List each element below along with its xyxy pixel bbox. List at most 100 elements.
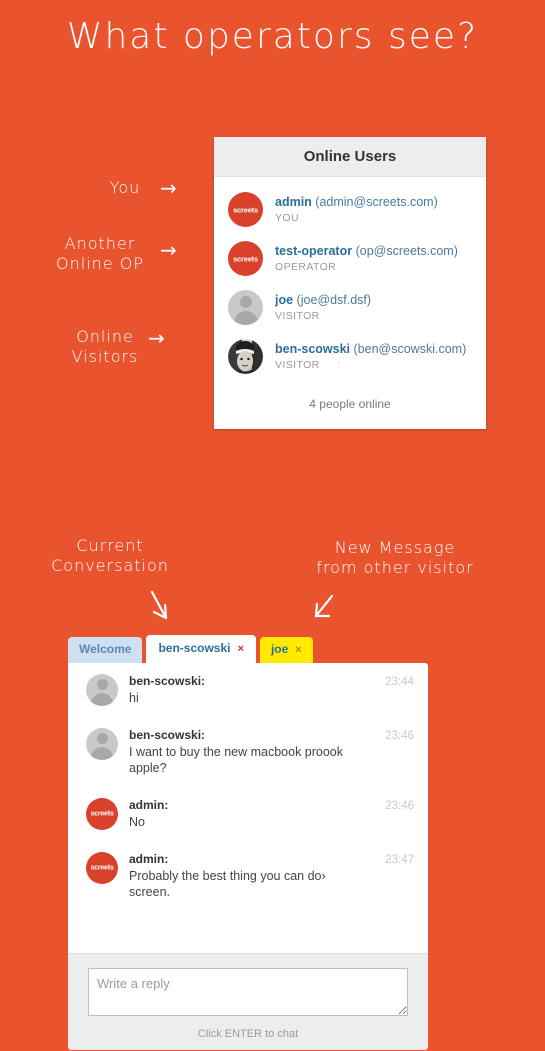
list-item[interactable]: joe (joe@dsf.dsf) VISITOR (214, 283, 486, 332)
list-item[interactable]: screets test-operator (op@screets.com) O… (214, 234, 486, 283)
person-icon-body (233, 311, 258, 325)
message-timestamp: 23:46 (385, 729, 414, 742)
message-header: admin: 23:46 (129, 798, 414, 812)
arrow-right-icon-operator: → (160, 238, 177, 262)
message-timestamp: 23:44 (385, 676, 414, 688)
user-role-label: OPERATOR (275, 260, 337, 273)
reply-input[interactable] (88, 968, 408, 1016)
message-body: ben-scowski: 23:46 I want to buy the new… (129, 728, 414, 777)
avatar-label: screets (233, 254, 258, 263)
annotation-another-online-op: Another Online OP (56, 234, 144, 273)
user-email: (admin@screets.com) (315, 194, 438, 209)
tab-label: Welcome (79, 642, 132, 657)
reply-hint: Click ENTER to chat (197, 1028, 299, 1040)
person-icon-head (239, 296, 252, 308)
chat-message: ben-scowski: 23:46 I want to buy the new… (68, 717, 428, 787)
user-role-label: YOU (275, 211, 299, 224)
message-timestamp: 23:47 (385, 853, 414, 866)
user-email: (joe@dsf.dsf) (296, 292, 372, 307)
tab-label: joe (270, 642, 289, 657)
message-text: hi (129, 691, 139, 705)
online-users-list: screets admin (admin@screets.com) YOU sc… (214, 177, 486, 381)
user-role-label: VISITOR (275, 309, 320, 322)
tab-welcome[interactable]: Welcome (68, 637, 143, 663)
online-users-panel: Online Users screets admin (admin@screet… (214, 137, 486, 429)
close-icon[interactable]: × (238, 643, 244, 656)
user-role: VISITOR : (275, 358, 466, 372)
person-icon-body (91, 746, 113, 760)
chat-message: screets admin: 23:47 Probably the best t… (68, 841, 428, 911)
list-item[interactable]: ben-scowski (ben@scowski.com) VISITOR : (214, 332, 486, 381)
arrow-right-icon-you: → (160, 176, 177, 200)
user-role-label: VISITOR (275, 358, 320, 371)
avatar-label: screets (90, 810, 114, 818)
list-item[interactable]: screets admin (admin@screets.com) YOU (214, 185, 486, 234)
arrow-down-icon-conversation (150, 590, 168, 620)
user-info: test-operator (op@screets.com) OPERATOR (275, 243, 458, 274)
message-body: admin: 23:46 No (129, 798, 414, 831)
chat-message: screets admin: 23:46 No (68, 787, 428, 841)
tab-ben-scowski[interactable]: ben-scowski × (146, 635, 256, 663)
user-info: joe (joe@dsf.dsf) VISITOR (275, 292, 371, 323)
chat-reply-area: Click ENTER to chat (68, 953, 428, 1050)
user-role: OPERATOR (275, 260, 458, 274)
user-role-extra: : (336, 358, 341, 371)
user-email: (ben@scowski.com) (353, 341, 467, 356)
arrow-down-left-icon-new-message (314, 594, 334, 618)
user-name-line: admin (admin@screets.com) (275, 194, 438, 211)
user-name[interactable]: joe (275, 293, 293, 307)
avatar (86, 674, 118, 706)
annotation-current-conversation: Current Conversation (51, 536, 169, 575)
user-name-line: ben-scowski (ben@scowski.com) (275, 341, 466, 358)
avatar: screets (86, 797, 118, 830)
person-icon-body (91, 693, 113, 706)
annotation-new-message: New Message from other visitor (316, 538, 474, 577)
message-text: I want to buy the new macbook proook app… (129, 744, 344, 776)
message-author: ben-scowski: (129, 674, 206, 688)
avatar (228, 339, 263, 374)
annotation-you: You (109, 178, 141, 197)
user-name[interactable]: ben-scowski (275, 342, 350, 356)
user-role: VISITOR (275, 309, 371, 323)
chat-window: Welcome ben-scowski × joe × ben-scowski:… (68, 635, 428, 1050)
person-icon-head (96, 679, 108, 690)
message-body: admin: 23:47 Probably the best thing you… (129, 852, 414, 901)
message-header: ben-scowski: 23:46 (129, 728, 414, 742)
user-email: (op@screets.com) (355, 243, 458, 258)
message-author: ben-scowski: (129, 727, 206, 742)
message-header: admin: 23:47 (129, 852, 414, 866)
avatar (228, 290, 263, 325)
chat-tab-bar: Welcome ben-scowski × joe × (68, 635, 428, 663)
user-name[interactable]: test-operator (275, 244, 352, 258)
page-title: What operators see? (66, 16, 479, 57)
close-icon[interactable]: × (295, 644, 301, 657)
message-body: ben-scowski: 23:44 hi (129, 674, 414, 707)
avatar: screets (86, 851, 118, 884)
avatar-label: screets (233, 205, 258, 214)
user-name-line: test-operator (op@screets.com) (275, 243, 458, 260)
avatar (86, 727, 118, 760)
message-text: Probably the best thing you can do› scre… (129, 868, 326, 900)
online-users-title: Online Users (214, 137, 486, 177)
arrow-right-icon-visitors: → (148, 326, 165, 350)
tab-joe[interactable]: joe × (259, 637, 313, 663)
avatar-label: screets (90, 864, 114, 871)
user-role: YOU (275, 211, 438, 225)
message-author: admin: (129, 797, 169, 812)
message-author: admin: (129, 851, 169, 866)
user-name-line: joe (joe@dsf.dsf) (275, 292, 371, 309)
online-users-count: 4 people online (309, 397, 391, 411)
message-header: ben-scowski: 23:44 (129, 674, 414, 688)
user-info: admin (admin@screets.com) YOU (275, 194, 438, 225)
tab-label: ben-scowski (158, 641, 231, 656)
message-text: No (129, 814, 145, 829)
message-timestamp: 23:46 (385, 799, 414, 812)
photo-avatar-icon (228, 339, 263, 374)
chat-message: ben-scowski: 23:44 hi (68, 663, 428, 717)
avatar: screets (228, 241, 263, 276)
person-icon-head (96, 732, 108, 744)
avatar: screets (228, 192, 263, 227)
user-name[interactable]: admin (275, 195, 312, 209)
chat-message-list[interactable]: ben-scowski: 23:44 hi ben-scowski: 23:46… (68, 663, 428, 953)
user-info: ben-scowski (ben@scowski.com) VISITOR : (275, 341, 466, 372)
